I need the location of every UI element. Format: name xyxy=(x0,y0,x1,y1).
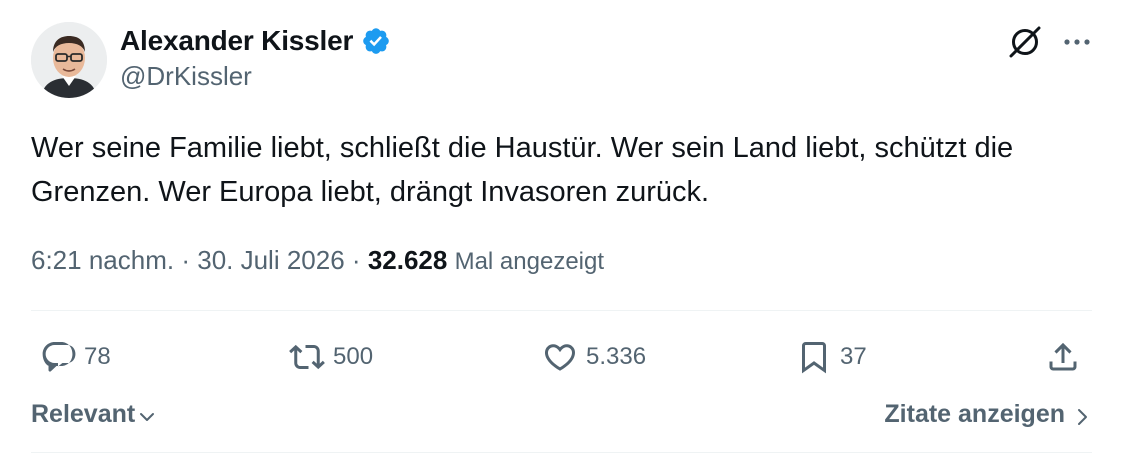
author-name-row[interactable]: Alexander Kissler xyxy=(120,22,391,60)
grok-icon[interactable] xyxy=(1003,22,1047,62)
repost-icon xyxy=(289,344,325,370)
reply-icon xyxy=(42,342,76,372)
view-count-label: Mal angezeigt xyxy=(454,248,605,275)
divider-top xyxy=(31,310,1092,311)
repost-button[interactable]: 500 xyxy=(289,336,373,378)
like-count: 5.336 xyxy=(586,343,647,370)
bookmark-count: 37 xyxy=(840,343,867,370)
quotes-label: Zitate anzeigen xyxy=(884,400,1065,428)
reply-count: 78 xyxy=(84,343,111,370)
tweet-date[interactable]: 30. Juli 2026 xyxy=(197,245,344,275)
author-name[interactable]: Alexander Kissler xyxy=(120,25,353,57)
tweet-metadata: 6:21 nachm. · 30. Juli 2026 · 32.628 Mal… xyxy=(31,245,604,276)
view-quotes-link[interactable]: Zitate anzeigen xyxy=(884,400,1093,429)
tweet-text: Wer seine Familie liebt, schließt die Ha… xyxy=(31,132,1014,208)
like-icon xyxy=(544,344,576,371)
share-icon xyxy=(1049,342,1077,371)
divider-bottom xyxy=(31,452,1092,453)
author-handle[interactable]: @DrKissler xyxy=(120,61,252,92)
verified-badge-icon[interactable] xyxy=(361,26,391,56)
chevron-down-icon xyxy=(140,412,155,421)
like-button[interactable]: 5.336 xyxy=(542,336,646,378)
sort-label: Relevant xyxy=(31,400,136,428)
more-icon[interactable] xyxy=(1058,22,1096,62)
bookmark-icon xyxy=(802,342,826,374)
meta-separator: · xyxy=(351,245,361,275)
reply-button[interactable]: 78 xyxy=(40,336,111,378)
share-button[interactable] xyxy=(1045,336,1081,378)
sort-dropdown[interactable]: Relevant xyxy=(31,400,157,429)
chevron-right-icon xyxy=(1078,408,1087,425)
tweet-time[interactable]: 6:21 nachm. xyxy=(31,245,174,275)
bookmark-button[interactable]: 37 xyxy=(796,336,867,378)
avatar-image xyxy=(31,22,107,98)
view-count: 32.628 xyxy=(367,245,448,275)
meta-separator: · xyxy=(181,245,190,275)
avatar[interactable] xyxy=(31,22,107,98)
repost-count: 500 xyxy=(333,343,374,370)
